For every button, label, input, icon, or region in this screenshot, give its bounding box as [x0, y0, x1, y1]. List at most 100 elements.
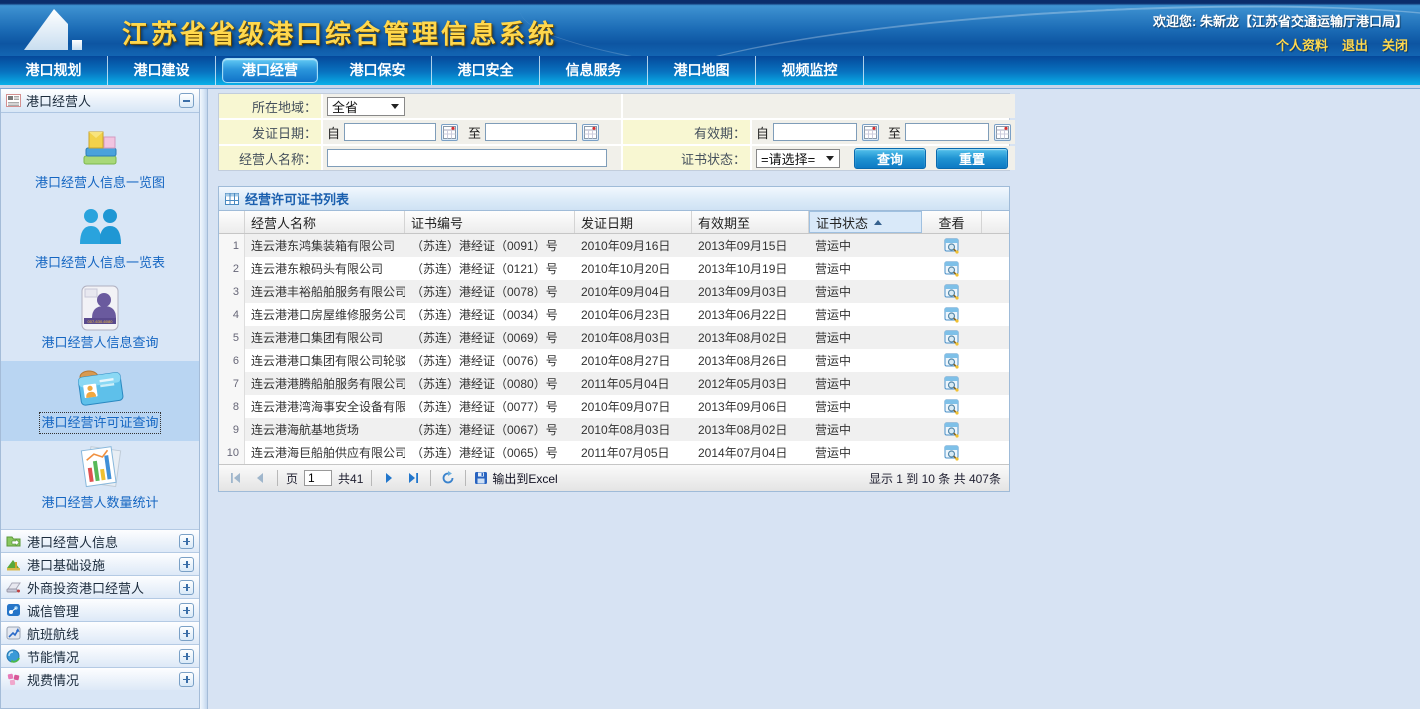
refresh-icon[interactable]	[439, 469, 457, 487]
operator-name-label: 经营人名称：	[219, 146, 321, 170]
table-row[interactable]: 6 连云港港口集团有限公司轮驳... （苏连）港经证（0076）号 2010年0…	[219, 349, 1009, 372]
view-button[interactable]	[922, 280, 982, 303]
view-button[interactable]	[922, 349, 982, 372]
sidebar-panel-integrity-management[interactable]: 诚信管理	[1, 598, 199, 621]
view-button[interactable]	[922, 234, 982, 257]
view-button[interactable]	[922, 372, 982, 395]
sidebar-panel-port-infrastructure[interactable]: 港口基础设施	[1, 552, 199, 575]
calendar-icon[interactable]	[862, 124, 879, 141]
sidebar-panel-operator-info[interactable]: 港口经营人信息	[1, 529, 199, 552]
table-row[interactable]: 5 连云港港口集团有限公司 （苏连）港经证（0069）号 2010年08月03日…	[219, 326, 1009, 349]
sidebar-panel-energy-saving[interactable]: 节能情况	[1, 644, 199, 667]
table-row[interactable]: 2 连云港东粮码头有限公司 （苏连）港经证（0121）号 2010年10月20日…	[219, 257, 1009, 280]
calendar-icon[interactable]	[441, 124, 458, 141]
cert-status-select[interactable]: =请选择=	[756, 149, 840, 168]
table-body: 1 连云港东鸿集装箱有限公司 （苏连）港经证（0091）号 2010年09月16…	[219, 234, 1009, 465]
logout-link[interactable]: 退出	[1342, 35, 1368, 54]
calendar-icon[interactable]	[582, 124, 599, 141]
cert-no-cell: （苏连）港经证（0121）号	[405, 257, 575, 280]
export-excel-button[interactable]: 输出到Excel	[474, 470, 557, 487]
energy-icon	[6, 649, 21, 663]
tab-info-service[interactable]: 信息服务	[540, 56, 648, 85]
profile-link[interactable]: 个人资料	[1276, 35, 1328, 54]
view-button[interactable]	[922, 395, 982, 418]
tab-port-security[interactable]: 港口保安	[324, 56, 432, 85]
expand-button[interactable]	[179, 534, 194, 549]
table-row[interactable]: 3 连云港丰裕船舶服务有限公司 （苏连）港经证（0078）号 2010年09月0…	[219, 280, 1009, 303]
expand-button[interactable]	[179, 672, 194, 687]
validity-from-input[interactable]	[773, 123, 857, 141]
col-cert-status[interactable]: 证书状态	[809, 211, 922, 233]
tab-port-safety[interactable]: 港口安全	[432, 56, 540, 85]
expand-button[interactable]	[179, 603, 194, 618]
last-page-button[interactable]	[404, 469, 422, 487]
close-link[interactable]: 关闭	[1382, 35, 1408, 54]
col-cert-no[interactable]: 证书编号	[405, 211, 575, 233]
sidebar-item-operator-overview-table[interactable]: 港口经营人信息一览表	[1, 201, 199, 281]
expand-button[interactable]	[179, 557, 194, 572]
cert-no-cell: （苏连）港经证（0076）号	[405, 349, 575, 372]
col-issue-date[interactable]: 发证日期	[575, 211, 692, 233]
validity-to-input[interactable]	[905, 123, 989, 141]
first-page-button[interactable]	[227, 469, 245, 487]
sidebar-panel-flight-routes[interactable]: 航班航线	[1, 621, 199, 644]
table-row[interactable]: 4 连云港港口房屋维修服务公司 （苏连）港经证（0034）号 2010年06月2…	[219, 303, 1009, 326]
tab-port-construction[interactable]: 港口建设	[108, 56, 216, 85]
collapse-button[interactable]	[179, 93, 194, 108]
issue-date-from-input[interactable]	[344, 123, 436, 141]
sidebar-splitter[interactable]	[200, 89, 208, 709]
issue-date-cell: 2010年10月20日	[575, 257, 692, 280]
page-number-input[interactable]	[304, 470, 332, 486]
sidebar-item-operator-count-stats[interactable]: 港口经营人数量统计	[1, 441, 199, 521]
sidebar-panel-fees[interactable]: 规费情况	[1, 667, 199, 690]
expand-button[interactable]	[179, 580, 194, 595]
search-button[interactable]: 查询	[854, 148, 926, 169]
table-row[interactable]: 8 连云港港湾海事安全设备有限... （苏连）港经证（0077）号 2010年0…	[219, 395, 1009, 418]
table-row[interactable]: 7 连云港港腾船舶服务有限公司 （苏连）港经证（0080）号 2011年05月0…	[219, 372, 1009, 395]
col-valid-until[interactable]: 有效期至	[692, 211, 809, 233]
operator-name-input[interactable]	[327, 149, 607, 167]
view-button[interactable]	[922, 326, 982, 349]
expand-button[interactable]	[179, 626, 194, 641]
operator-name-cell: 连云港港腾船舶服务有限公司	[245, 372, 405, 395]
valid-until-cell: 2013年06月22日	[692, 303, 809, 326]
welcome-message: 欢迎您: 朱新龙【江苏省交通运输厅港口局】	[1153, 11, 1408, 30]
table-row[interactable]: 10 连云港海巨船舶供应有限公司 （苏连）港经证（0065）号 2011年07月…	[219, 441, 1009, 464]
tab-port-map[interactable]: 港口地图	[648, 56, 756, 85]
expand-button[interactable]	[179, 649, 194, 664]
sidebar-panel-foreign-investors[interactable]: 外商投资港口经营人	[1, 575, 199, 598]
view-button[interactable]	[922, 441, 982, 464]
operator-name-cell: 连云港港口集团有限公司	[245, 326, 405, 349]
table-row[interactable]: 9 连云港海航基地货场 （苏连）港经证（0067）号 2010年08月03日 2…	[219, 418, 1009, 441]
issue-date-to-input[interactable]	[485, 123, 577, 141]
region-select[interactable]: 全省	[327, 97, 405, 116]
status-cell: 营运中	[809, 257, 922, 280]
table-row[interactable]: 1 连云港东鸿集装箱有限公司 （苏连）港经证（0091）号 2010年09月16…	[219, 234, 1009, 257]
valid-until-cell: 2013年09月15日	[692, 234, 809, 257]
main-content: 所在地域： 全省 发证日期： 自 至	[208, 89, 1420, 709]
operator-name-cell: 连云港海航基地货场	[245, 418, 405, 441]
reset-button[interactable]: 重置	[936, 148, 1008, 169]
prev-page-button[interactable]	[251, 469, 269, 487]
col-operator-name[interactable]: 经营人名称	[245, 211, 405, 233]
sidebar-panel-title: 港口经营人	[26, 91, 179, 110]
next-page-button[interactable]	[380, 469, 398, 487]
calendar-icon[interactable]	[994, 124, 1011, 141]
row-number: 10	[219, 441, 245, 464]
status-cell: 营运中	[809, 326, 922, 349]
sidebar-item-operator-overview-chart[interactable]: 港口经营人信息一览图	[1, 121, 199, 201]
col-view[interactable]: 查看	[922, 211, 982, 233]
view-detail-icon	[944, 261, 960, 277]
view-button[interactable]	[922, 418, 982, 441]
view-button[interactable]	[922, 303, 982, 326]
view-button[interactable]	[922, 257, 982, 280]
view-detail-icon	[944, 307, 960, 323]
tab-port-planning[interactable]: 港口规划	[0, 56, 108, 85]
operator-name-cell: 连云港港口房屋维修服务公司	[245, 303, 405, 326]
tab-video-monitor[interactable]: 视频监控	[756, 56, 864, 85]
sidebar-item-operator-info-query[interactable]: 007-630-6080 港口经营人信息查询	[1, 281, 199, 361]
view-detail-icon	[944, 399, 960, 415]
sidebar-item-license-query[interactable]: 港口经营许可证查询	[1, 361, 199, 441]
sidebar-panel-port-operators[interactable]: 港口经营人	[1, 89, 199, 113]
tab-port-operation[interactable]: 港口经营	[222, 58, 318, 83]
